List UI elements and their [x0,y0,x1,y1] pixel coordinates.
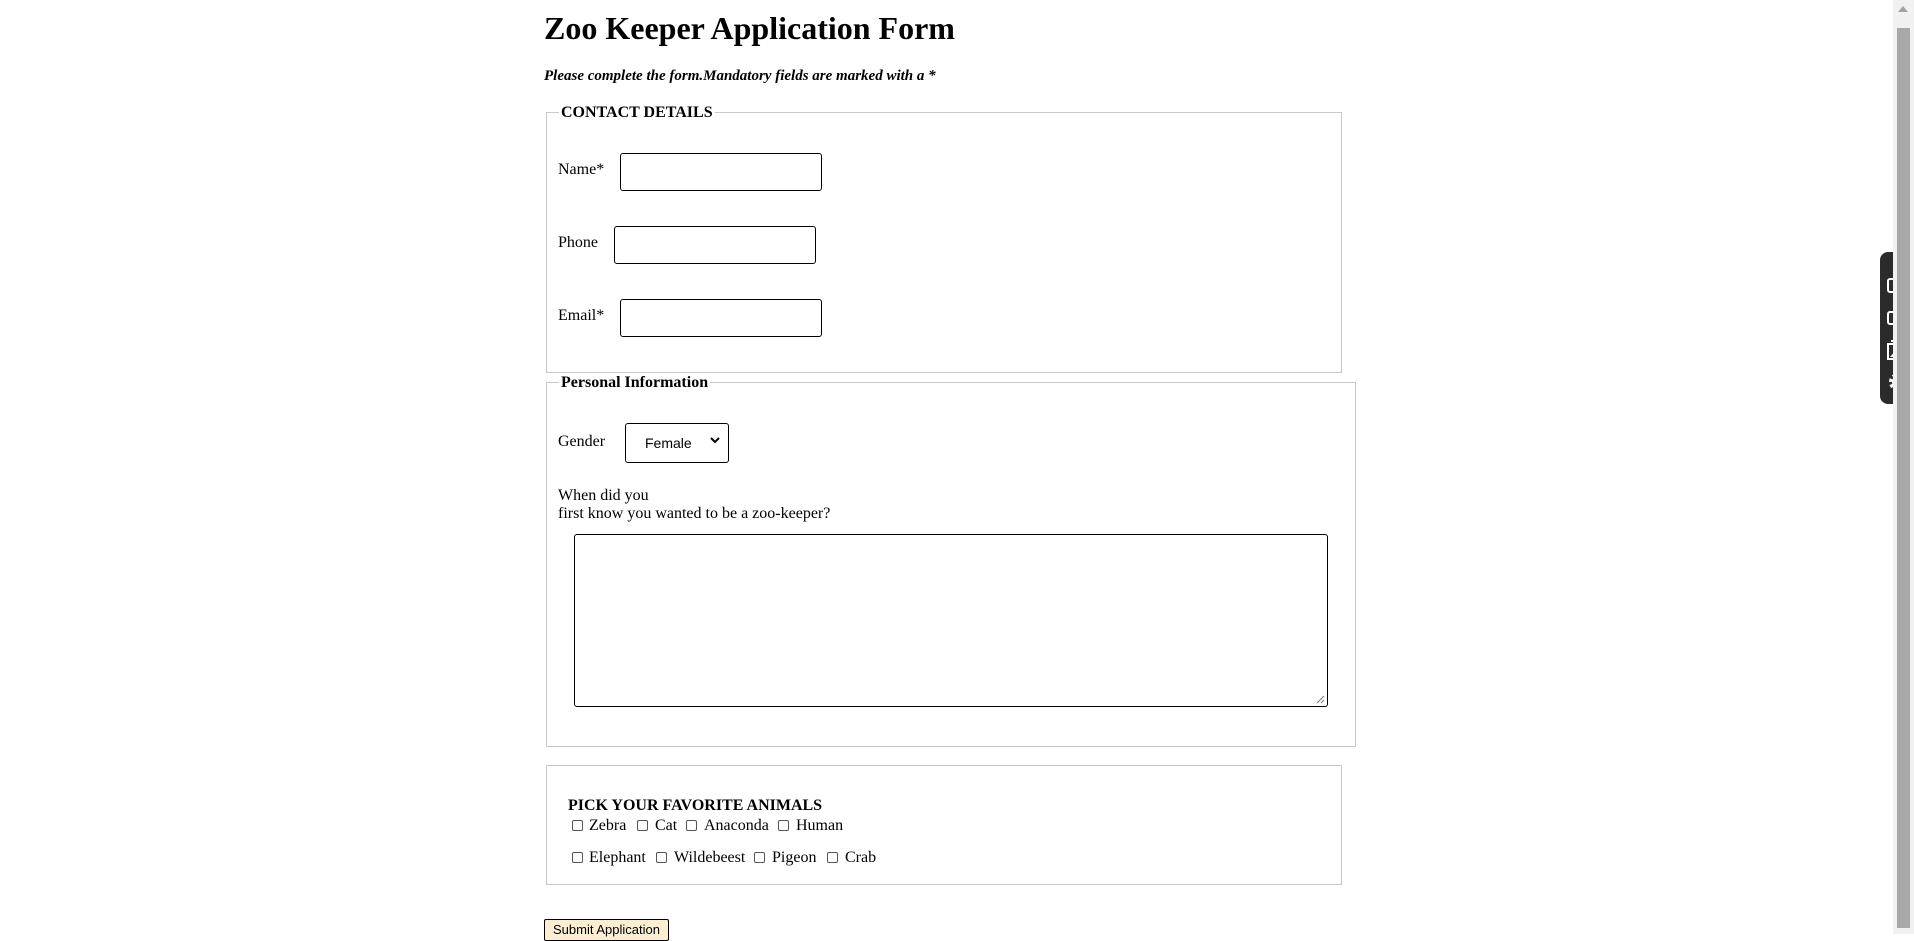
human-checkbox[interactable] [778,820,789,831]
zookeeper-answer-textarea[interactable] [574,534,1328,707]
gender-select[interactable]: Female [625,423,729,463]
cat-label: Cat [655,817,678,834]
contact-details-fieldset: CONTACT DETAILS Name* Phone Email* [546,103,1342,373]
animals-fieldset: PICK YOUR FAVORITE ANIMALS Zebra Cat Ana… [546,765,1342,885]
animals-heading: PICK YOUR FAVORITE ANIMALS [568,797,823,814]
email-label: Email* [558,307,605,324]
scrollbar-thumb[interactable] [1897,28,1910,928]
personal-info-legend: Personal Information [559,373,711,393]
elephant-label: Elephant [589,849,646,866]
gender-selected-value: Female [645,435,692,451]
chevron-down-icon [710,437,720,444]
pigeon-label: Pigeon [772,849,817,866]
wildebeest-checkbox[interactable] [656,852,667,863]
crab-label: Crab [845,849,877,866]
contact-details-legend: CONTACT DETAILS [559,103,715,123]
email-input[interactable] [620,299,822,337]
zebra-checkbox[interactable] [572,820,583,831]
resize-grip-icon[interactable] [1315,694,1325,704]
vertical-scrollbar[interactable] [1893,0,1914,934]
phone-label: Phone [558,234,598,251]
cat-checkbox[interactable] [637,820,648,831]
human-label: Human [796,817,844,834]
question-line-2: first know you wanted to be a zoo-keeper… [558,505,831,522]
elephant-checkbox[interactable] [572,852,583,863]
page-title: Zoo Keeper Application Form [544,10,955,46]
name-input[interactable] [620,153,822,191]
zebra-label: Zebra [589,817,627,834]
crab-checkbox[interactable] [827,852,838,863]
name-label: Name* [558,161,605,178]
page: Zoo Keeper Application Form Please compl… [0,0,1893,941]
pigeon-checkbox[interactable] [754,852,765,863]
form-intro: Please complete the form.Mandatory field… [544,68,936,84]
gender-label: Gender [558,433,606,450]
anaconda-checkbox[interactable] [686,820,697,831]
wildebeest-label: Wildebeest [674,849,746,866]
phone-input[interactable] [614,226,816,264]
question-line-1: When did you [558,487,649,504]
anaconda-label: Anaconda [704,817,769,834]
scroll-up-arrow-icon[interactable] [1898,6,1908,12]
personal-info-fieldset: Personal Information Gender Female When … [546,373,1356,747]
submit-application-button[interactable]: Submit Application [544,919,669,941]
